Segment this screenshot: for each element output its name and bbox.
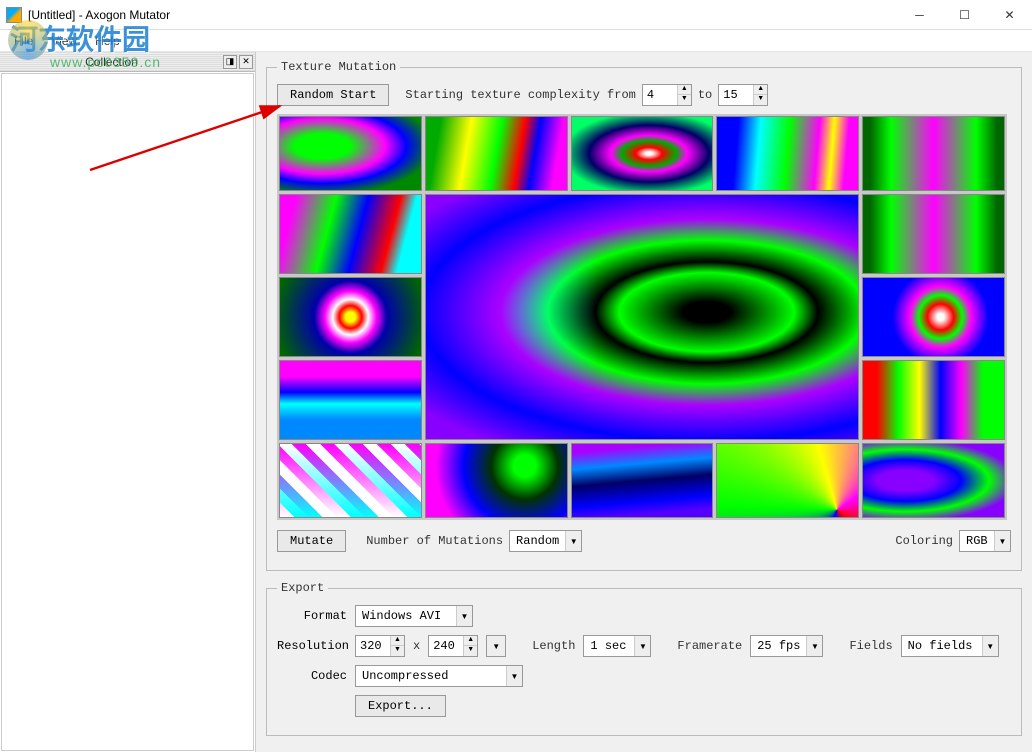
spin-up[interactable]: ▲ [677, 85, 691, 95]
format-label: Format [277, 609, 347, 623]
menubar: File View Help [0, 30, 1032, 52]
texture-thumb[interactable] [862, 360, 1005, 440]
texture-thumb[interactable] [279, 277, 422, 357]
complexity-label: Starting texture complexity from [405, 88, 635, 102]
framerate-combo[interactable]: 25 fps ▼ [750, 635, 823, 657]
collection-list[interactable] [1, 73, 254, 751]
codec-combo[interactable]: Uncompressed ▼ [355, 665, 523, 687]
coloring-value: RGB [960, 532, 994, 550]
texture-thumb[interactable] [279, 443, 422, 518]
texture-thumb[interactable] [862, 277, 1005, 357]
res-width-spinner[interactable]: ▲▼ [355, 635, 405, 657]
maximize-button[interactable]: ☐ [942, 0, 987, 29]
coloring-combo[interactable]: RGB ▼ [959, 530, 1011, 552]
texture-mutation-group: Texture Mutation Random Start Starting t… [266, 60, 1022, 571]
chevron-down-icon[interactable]: ▼ [634, 636, 650, 656]
app-icon [6, 7, 22, 23]
complexity-to-input[interactable] [719, 86, 753, 104]
coloring-label: Coloring [895, 534, 953, 548]
res-width-input[interactable] [356, 637, 390, 655]
texture-thumb[interactable] [862, 116, 1005, 191]
texture-thumb[interactable] [716, 443, 859, 518]
texture-main[interactable] [425, 194, 859, 440]
length-label: Length [532, 639, 575, 653]
collection-title: Collection [2, 55, 221, 69]
format-combo[interactable]: Windows AVI ▼ [355, 605, 473, 627]
spin-down[interactable]: ▼ [677, 95, 691, 105]
random-start-button[interactable]: Random Start [277, 84, 389, 106]
menu-view[interactable]: View [43, 32, 85, 50]
texture-thumb[interactable] [862, 443, 1005, 518]
complexity-from-spinner[interactable]: ▲▼ [642, 84, 692, 106]
chevron-down-icon[interactable]: ▼ [806, 636, 822, 656]
menu-help[interactable]: Help [87, 32, 128, 50]
export-group: Export Format Windows AVI ▼ Resolution ▲… [266, 581, 1022, 736]
menu-file[interactable]: File [6, 32, 41, 50]
framerate-value: 25 fps [751, 637, 806, 655]
chevron-down-icon[interactable]: ▼ [565, 531, 581, 551]
spin-down[interactable]: ▼ [753, 95, 767, 105]
fields-combo[interactable]: No fields ▼ [901, 635, 999, 657]
chevron-down-icon[interactable]: ▼ [982, 636, 998, 656]
texture-thumb[interactable] [279, 116, 422, 191]
num-mutations-label: Number of Mutations [366, 534, 503, 548]
length-combo[interactable]: 1 sec ▼ [583, 635, 651, 657]
spin-up[interactable]: ▲ [753, 85, 767, 95]
texture-grid [277, 114, 1007, 520]
chevron-down-icon[interactable]: ▼ [487, 636, 505, 656]
mutate-button[interactable]: Mutate [277, 530, 346, 552]
collection-panel: Collection ◨ ✕ [0, 52, 256, 752]
chevron-down-icon[interactable]: ▼ [456, 606, 472, 626]
window-title: [Untitled] - Axogon Mutator [28, 8, 897, 22]
res-height-input[interactable] [429, 637, 463, 655]
titlebar: [Untitled] - Axogon Mutator ─ ☐ ✕ [0, 0, 1032, 30]
res-height-spinner[interactable]: ▲▼ [428, 635, 478, 657]
length-value: 1 sec [584, 637, 634, 655]
texture-thumb[interactable] [279, 194, 422, 274]
codec-value: Uncompressed [356, 667, 506, 685]
complexity-to-spinner[interactable]: ▲▼ [718, 84, 768, 106]
res-x: x [413, 639, 420, 653]
fields-value: No fields [902, 637, 982, 655]
texture-thumb[interactable] [279, 360, 422, 440]
texture-thumb[interactable] [425, 443, 568, 518]
dock-float-button[interactable]: ◨ [223, 55, 237, 69]
chevron-down-icon[interactable]: ▼ [994, 531, 1010, 551]
num-mutations-value: Random [510, 532, 565, 550]
format-value: Windows AVI [356, 607, 456, 625]
export-legend: Export [277, 581, 328, 595]
complexity-from-input[interactable] [643, 86, 677, 104]
export-button[interactable]: Export... [355, 695, 446, 717]
to-label: to [698, 88, 712, 102]
texture-thumb[interactable] [862, 194, 1005, 274]
texture-thumb[interactable] [571, 116, 714, 191]
texture-thumb[interactable] [571, 443, 714, 518]
minimize-button[interactable]: ─ [897, 0, 942, 29]
texture-thumb[interactable] [716, 116, 859, 191]
close-button[interactable]: ✕ [987, 0, 1032, 29]
texture-mutation-legend: Texture Mutation [277, 60, 400, 74]
res-preset-combo[interactable]: ▼ [486, 635, 506, 657]
codec-label: Codec [277, 669, 347, 683]
texture-thumb[interactable] [425, 116, 568, 191]
framerate-label: Framerate [677, 639, 742, 653]
resolution-label: Resolution [277, 639, 347, 653]
fields-label: Fields [849, 639, 892, 653]
num-mutations-combo[interactable]: Random ▼ [509, 530, 582, 552]
dock-close-button[interactable]: ✕ [239, 55, 253, 69]
chevron-down-icon[interactable]: ▼ [506, 666, 522, 686]
